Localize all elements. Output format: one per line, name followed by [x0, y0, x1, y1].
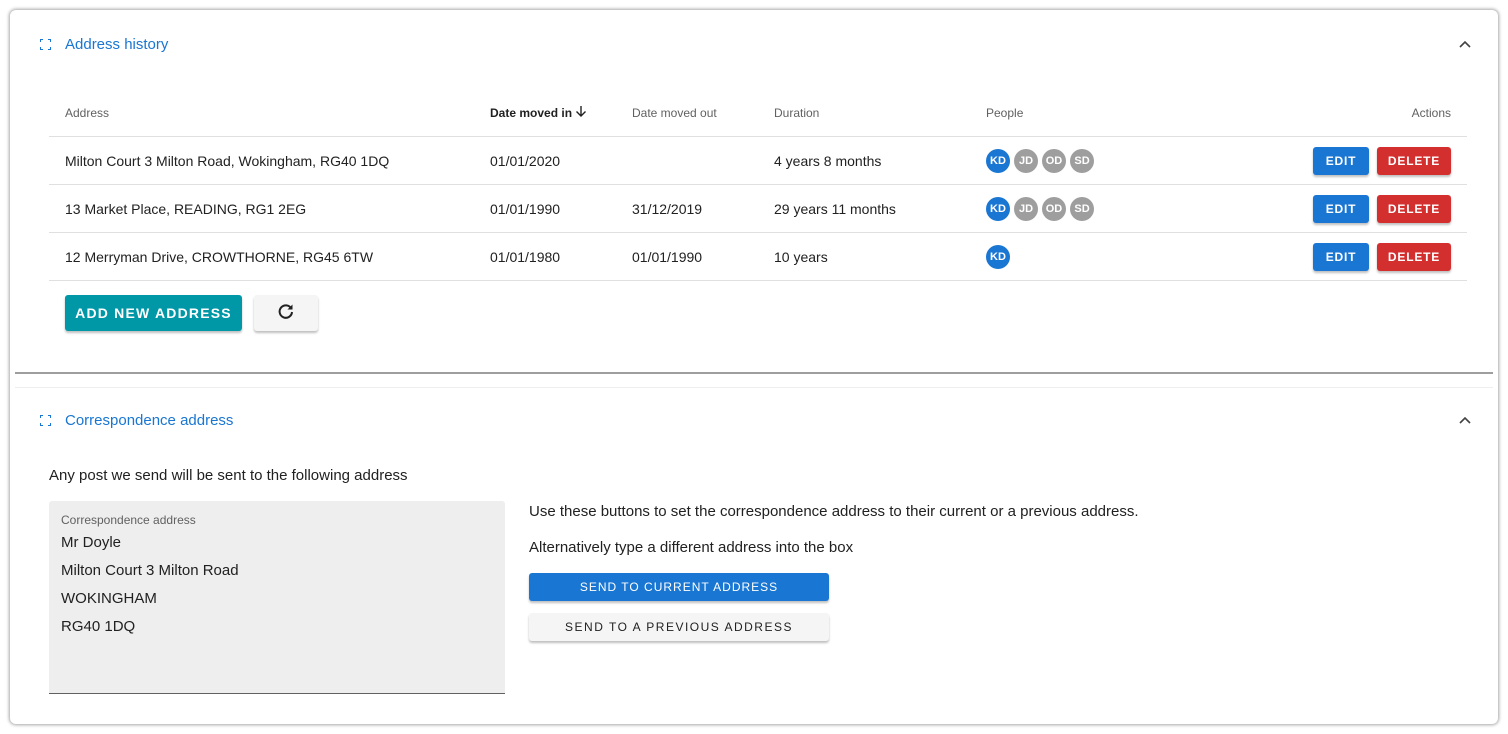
- delete-button[interactable]: DELETE: [1377, 242, 1451, 271]
- address-cell: 13 Market Place, READING, RG1 2EG: [65, 200, 307, 217]
- table-row: Milton Court 3 Milton Road, Wokingham, R…: [49, 137, 1467, 185]
- table-row: 13 Market Place, READING, RG1 2EG 01/01/1…: [49, 185, 1467, 233]
- column-header-date-moved-out[interactable]: Date moved out: [632, 90, 717, 136]
- correspondence-title[interactable]: Correspondence address: [65, 412, 233, 429]
- date-moved-in-cell: 01/01/2020: [490, 152, 561, 169]
- section-divider: [15, 372, 1493, 374]
- column-header-address[interactable]: Address: [65, 90, 109, 136]
- address-cell: Milton Court 3 Milton Road, Wokingham, R…: [65, 152, 390, 169]
- row-actions: EDIT DELETE: [1313, 242, 1451, 271]
- add-new-address-button[interactable]: ADD NEW ADDRESS: [65, 295, 242, 331]
- correspondence-intro: Any post we send will be sent to the fol…: [49, 467, 408, 484]
- duration-cell: 29 years 11 months: [774, 200, 896, 217]
- actions-cell: EDIT DELETE: [1313, 233, 1451, 280]
- date-moved-out-cell: 31/12/2019: [632, 200, 703, 217]
- date-moved-out-cell: 01/01/1990: [632, 248, 703, 265]
- duration-cell: 4 years 8 months: [774, 152, 882, 169]
- person-avatar[interactable]: JD: [1014, 196, 1038, 221]
- person-avatar[interactable]: KD: [986, 148, 1010, 173]
- address-history-table: Address Date moved in Date moved out Dur…: [49, 90, 1467, 281]
- address-cell: 12 Merryman Drive, CROWTHORNE, RG45 6TW: [65, 248, 374, 265]
- table-header: Address Date moved in Date moved out Dur…: [49, 90, 1467, 137]
- delete-button[interactable]: DELETE: [1377, 146, 1451, 175]
- person-avatar[interactable]: JD: [1014, 148, 1038, 173]
- correspondence-help-text-alt: Alternatively type a different address i…: [529, 539, 854, 556]
- person-avatar[interactable]: KD: [986, 196, 1010, 221]
- people-cell: KD: [986, 233, 1010, 280]
- person-avatar[interactable]: OD: [1042, 148, 1066, 173]
- row-actions: EDIT DELETE: [1313, 194, 1451, 223]
- table-row: 12 Merryman Drive, CROWTHORNE, RG45 6TW 0…: [49, 233, 1467, 281]
- people-cell: KD JD OD SD: [986, 137, 1094, 184]
- address-line: RG40 1DQ: [61, 618, 136, 635]
- fullscreen-icon[interactable]: [40, 38, 51, 50]
- avatar-group: KD JD OD SD: [986, 196, 1094, 221]
- duration-cell: 10 years: [774, 248, 828, 265]
- refresh-button[interactable]: [254, 295, 318, 331]
- table-body: Milton Court 3 Milton Road, Wokingham, R…: [49, 137, 1467, 281]
- chevron-up-icon[interactable]: [1458, 413, 1472, 427]
- date-moved-in-cell: 01/01/1990: [490, 200, 561, 217]
- avatar-group: KD JD OD SD: [986, 148, 1094, 173]
- correspondence-header[interactable]: Correspondence address: [10, 386, 1498, 454]
- fullscreen-icon[interactable]: [40, 414, 51, 426]
- address-line: Milton Court 3 Milton Road: [61, 562, 239, 579]
- address-line: Mr Doyle: [61, 534, 122, 551]
- correspondence-address-value[interactable]: Mr Doyle Milton Court 3 Milton Road WOKI…: [61, 529, 239, 641]
- send-to-previous-address-button[interactable]: SEND TO A PREVIOUS ADDRESS: [529, 613, 829, 641]
- column-header-duration[interactable]: Duration: [774, 90, 819, 136]
- date-moved-in-cell: 01/01/1980: [490, 248, 561, 265]
- row-actions: EDIT DELETE: [1313, 146, 1451, 175]
- column-header-date-moved-in-label: Date moved in: [490, 106, 573, 120]
- chevron-up-icon[interactable]: [1458, 37, 1472, 51]
- people-cell: KD JD OD SD: [986, 185, 1094, 232]
- correspondence-address-field[interactable]: Correspondence address Mr Doyle Milton C…: [49, 501, 505, 694]
- column-header-people[interactable]: People: [986, 90, 1023, 136]
- actions-cell: EDIT DELETE: [1313, 137, 1451, 184]
- avatar-group: KD: [986, 244, 1010, 269]
- main-card: Address history Address Date moved in Da…: [10, 10, 1498, 724]
- column-header-date-moved-in[interactable]: Date moved in: [490, 90, 587, 136]
- person-avatar[interactable]: SD: [1070, 148, 1094, 173]
- person-avatar[interactable]: KD: [986, 244, 1010, 269]
- address-line: WOKINGHAM: [61, 590, 157, 607]
- refresh-icon: [277, 303, 295, 324]
- correspondence-help-text: Use these buttons to set the corresponde…: [529, 503, 1139, 520]
- edit-button[interactable]: EDIT: [1313, 242, 1369, 271]
- person-avatar[interactable]: SD: [1070, 196, 1094, 221]
- address-history-title[interactable]: Address history: [65, 36, 168, 53]
- edit-button[interactable]: EDIT: [1313, 194, 1369, 223]
- send-to-current-address-button[interactable]: SEND TO CURRENT ADDRESS: [529, 573, 829, 601]
- delete-button[interactable]: DELETE: [1377, 194, 1451, 223]
- address-history-header[interactable]: Address history: [10, 10, 1498, 78]
- correspondence-address-label: Correspondence address: [61, 513, 196, 527]
- actions-cell: EDIT DELETE: [1313, 185, 1451, 232]
- column-header-actions: Actions: [1411, 106, 1451, 120]
- person-avatar[interactable]: OD: [1042, 196, 1066, 221]
- edit-button[interactable]: EDIT: [1313, 146, 1369, 175]
- arrow-down-icon: [575, 105, 587, 121]
